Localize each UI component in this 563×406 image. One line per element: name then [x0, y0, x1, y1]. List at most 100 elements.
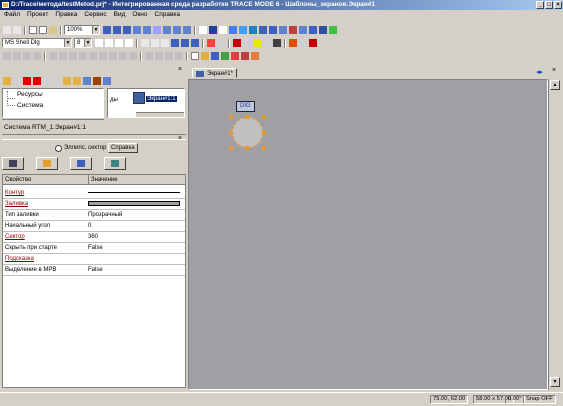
prop-row-hide-at-start[interactable]: Скрыть при старте False	[3, 243, 185, 254]
menu-file[interactable]: Файл	[4, 10, 20, 20]
properties-icon[interactable]	[73, 77, 81, 85]
person-icon[interactable]	[231, 52, 239, 60]
redo-icon[interactable]	[13, 26, 21, 34]
zoom-combo[interactable]: 100% ▼	[64, 25, 100, 35]
prop-row-highlight[interactable]: Выделение в МРВ False	[3, 265, 185, 276]
flip-icon[interactable]	[99, 52, 107, 60]
grid-icon[interactable]	[133, 26, 141, 34]
italic-icon[interactable]	[151, 39, 159, 47]
view-icon[interactable]	[103, 77, 111, 85]
help-button[interactable]: Справка	[108, 143, 138, 153]
order-front-icon[interactable]	[3, 52, 11, 60]
ok-icon[interactable]	[269, 26, 277, 34]
order-forward-icon[interactable]	[23, 52, 31, 60]
font-color-icon[interactable]	[207, 39, 215, 47]
debug-icon[interactable]	[251, 52, 259, 60]
menu-edit[interactable]: Правка	[55, 10, 77, 20]
center-h-icon[interactable]	[145, 52, 153, 60]
valign-mid-icon[interactable]	[181, 39, 189, 47]
handle-tl[interactable]	[229, 115, 233, 119]
valign-bot-icon[interactable]	[191, 39, 199, 47]
new-screen-icon[interactable]	[191, 52, 199, 60]
delete-icon[interactable]	[23, 77, 31, 85]
space-v-icon[interactable]	[175, 52, 183, 60]
line-width-icon[interactable]	[263, 39, 271, 47]
record-icon[interactable]	[241, 52, 249, 60]
image-icon[interactable]	[329, 26, 337, 34]
forward-icon[interactable]	[43, 77, 51, 85]
lock-icon[interactable]	[119, 52, 127, 60]
distribute-icon[interactable]	[59, 52, 67, 60]
justify-icon[interactable]	[125, 39, 133, 47]
handle-br[interactable]	[262, 146, 266, 150]
align-objects-icon[interactable]	[49, 52, 57, 60]
tab-dynamics[interactable]	[70, 157, 92, 170]
space-h-icon[interactable]	[165, 52, 173, 60]
same-height-icon[interactable]	[79, 52, 87, 60]
folder-icon[interactable]	[3, 77, 11, 85]
menu-help[interactable]: Справка	[155, 10, 181, 20]
order-backward-icon[interactable]	[33, 52, 41, 60]
tab-properties[interactable]	[2, 157, 24, 170]
zoom-out-icon[interactable]	[113, 26, 121, 34]
prop-row-fill-type[interactable]: Тип заливки Прозрачный	[3, 210, 185, 221]
zoom-in-icon[interactable]	[103, 26, 111, 34]
run-icon[interactable]	[221, 52, 229, 60]
prop-row-contour[interactable]: Контур	[3, 188, 185, 199]
table-icon[interactable]	[309, 26, 317, 34]
tree-item-system[interactable]: Система	[3, 100, 103, 111]
open-icon[interactable]	[201, 52, 209, 60]
tab-events[interactable]	[104, 157, 126, 170]
menu-view[interactable]: Вид	[114, 10, 126, 20]
bar-icon[interactable]	[279, 26, 287, 34]
font-size-combo[interactable]: 8 ▼	[74, 38, 92, 48]
handle-t[interactable]	[245, 115, 249, 119]
center-v-icon[interactable]	[155, 52, 163, 60]
chart-icon[interactable]	[319, 26, 327, 34]
snap-icon[interactable]	[129, 52, 137, 60]
ellipse-icon[interactable]	[239, 26, 247, 34]
screen-canvas[interactable]: DIG	[188, 79, 548, 390]
dig-label[interactable]: DIG	[236, 101, 255, 112]
back-icon[interactable]	[33, 77, 41, 85]
rect-icon[interactable]	[229, 26, 237, 34]
prop-row-start-angle[interactable]: Начальный угол 0	[3, 221, 185, 232]
handle-bl[interactable]	[229, 146, 233, 150]
handle-l[interactable]	[229, 131, 233, 135]
pointer-icon[interactable]	[199, 26, 207, 34]
save-icon[interactable]	[211, 52, 219, 60]
canvas-scrollbar[interactable]: ▲ ▼	[548, 79, 561, 390]
up-icon[interactable]	[53, 77, 61, 85]
tab-screen1[interactable]: Экран#1*	[192, 68, 237, 78]
tree-item-resources[interactable]: Ресурсы	[3, 89, 103, 100]
align-left-icon[interactable]	[95, 39, 103, 47]
button-icon[interactable]	[259, 26, 267, 34]
prop-row-fill[interactable]: Заливка	[3, 199, 185, 210]
line-color-dropdown-icon[interactable]	[243, 39, 251, 47]
line-end-icon[interactable]	[273, 39, 281, 47]
menu-service[interactable]: Сервис	[84, 10, 106, 20]
handle-b[interactable]	[245, 146, 249, 150]
fill-style-icon[interactable]	[309, 39, 317, 47]
ungroup-icon[interactable]	[183, 26, 191, 34]
line-icon[interactable]	[209, 26, 217, 34]
tab-prev-icon[interactable]: ◂▸	[536, 68, 543, 76]
panel-splitter[interactable]	[2, 134, 186, 140]
underline-icon[interactable]	[161, 39, 169, 47]
binoculars-icon[interactable]	[93, 77, 101, 85]
properties-close-icon[interactable]: ×	[178, 135, 182, 142]
bold-icon[interactable]	[141, 39, 149, 47]
zoom-fit-icon[interactable]	[123, 26, 131, 34]
tab-close-icon[interactable]: ×	[552, 67, 556, 74]
rotate-icon[interactable]	[89, 52, 97, 60]
font-combo[interactable]: MS Shell Dlg ▼	[2, 38, 72, 48]
align-right-icon[interactable]	[115, 39, 123, 47]
fill-color-icon[interactable]	[289, 39, 297, 47]
line-color-icon[interactable]	[233, 39, 241, 47]
order-back-icon[interactable]	[13, 52, 21, 60]
align-center-icon[interactable]	[105, 39, 113, 47]
thumb-label[interactable]: Экран#1:1	[146, 96, 177, 102]
same-width-icon[interactable]	[69, 52, 77, 60]
align-icon[interactable]	[163, 26, 171, 34]
tab-bindings[interactable]	[36, 157, 58, 170]
